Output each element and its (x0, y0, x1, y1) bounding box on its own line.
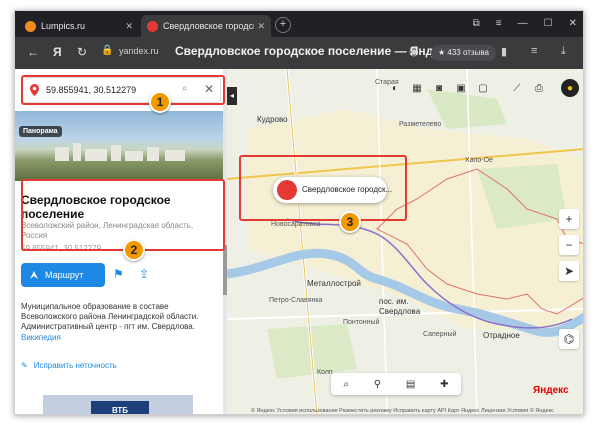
panorama-button[interactable]: Панорама (19, 126, 62, 137)
fix-inaccuracy-label: Исправить неточность (33, 361, 117, 370)
map-label-petro-slavyanka: Петро-Славянка (269, 297, 323, 304)
tab-bar: Lumpics.ru ✕ Свердловское городск ✕ + ⧉ … (15, 11, 583, 37)
ad-logo: ВТБ (91, 401, 149, 414)
user-avatar[interactable]: ● (561, 79, 579, 97)
map-label-pontonny: Понтонный (343, 319, 380, 326)
pharmacy-icon[interactable]: ✚ (440, 379, 448, 390)
new-tab-button[interactable]: + (275, 17, 291, 33)
close-tab-icon[interactable]: ✕ (125, 21, 133, 32)
highlight-map-popup (239, 155, 407, 221)
traffic-icon[interactable]: ▦ (409, 79, 425, 97)
back-arrow-icon[interactable]: ← (27, 45, 39, 59)
address-bar: ← Я ↻ 🔒 yandex.ru Свердловское городское… (15, 37, 583, 69)
map-canvas[interactable]: Старая Кудрово Разметелево Хапо-Ое Новос… (227, 69, 583, 414)
bookmark-icon[interactable]: ⚑ (113, 267, 124, 281)
menu-lines-icon[interactable]: ≡ (531, 45, 537, 57)
print-icon[interactable]: ⎙ (531, 79, 547, 97)
pencil-icon: ✎ (21, 361, 28, 370)
fix-inaccuracy-link[interactable]: ✎ Исправить неточность (21, 361, 117, 370)
food-icon[interactable]: ⚲ (374, 379, 381, 390)
maximize-icon[interactable]: ☐ (544, 18, 553, 29)
map-copyright: © Яндекс Условия использования Разместит… (251, 408, 554, 414)
map-label-pos-sverdlova-1: пос. им. (379, 297, 409, 306)
window-controls: ⧉ ≡ — ☐ ✕ (473, 18, 577, 29)
panorama-photo[interactable] (15, 111, 225, 181)
reviews-badge[interactable]: ★ 433 отзыва (431, 45, 496, 61)
advertisement-banner[interactable]: ВТБ (43, 395, 193, 414)
lock-icon: 🔒 (101, 45, 114, 56)
map-label-novosaratovka: Новосаратовка (271, 221, 321, 228)
zoom-in-button[interactable]: + (559, 209, 579, 229)
layers-mini-icon[interactable]: ⌬ (559, 329, 579, 349)
url-text[interactable]: yandex.ru (119, 46, 159, 56)
route-button-label: Маршрут (45, 270, 84, 280)
map-label-metallostroy: Металлострой (307, 279, 361, 288)
bookmark-icon[interactable]: ▮ (501, 45, 507, 58)
map-label-otradnoe: Отрадное (483, 331, 520, 340)
step-badge-3: 3 (339, 211, 361, 233)
highlight-place-info (21, 179, 225, 251)
shopping-icon[interactable]: ▤ (406, 379, 415, 390)
close-tab-icon[interactable]: ✕ (257, 21, 265, 32)
browser-window: Lumpics.ru ✕ Свердловское городск ✕ + ⧉ … (14, 10, 584, 415)
yandex-home-icon[interactable]: Я (53, 45, 62, 59)
ruler-icon[interactable]: ⟋ (509, 79, 525, 97)
download-icon[interactable]: ⤓ (561, 45, 566, 58)
yandex-logo: Яндекс (533, 385, 569, 396)
zoom-out-button[interactable]: − (559, 235, 579, 255)
step-badge-1: 1 (149, 91, 171, 113)
tab-lumpics[interactable]: Lumpics.ru ✕ (19, 15, 139, 37)
wikipedia-link[interactable]: Википедия (21, 333, 61, 342)
step-badge-2: 2 (123, 239, 145, 261)
route-icon (30, 271, 38, 279)
minimize-icon[interactable]: — (518, 18, 528, 29)
map-bottom-toolbar: ⌕ ⚲ ▤ ✚ (331, 373, 461, 395)
camera-icon[interactable]: ◙ (431, 79, 447, 97)
tab-label: Свердловское городск (163, 21, 255, 31)
collections-icon[interactable]: ⧉ (473, 18, 480, 29)
menu-icon[interactable]: ≡ (496, 18, 502, 29)
collapse-panel-button[interactable]: ◂ (227, 87, 237, 105)
map-label-pos-sverdlova-2: Свердлова (379, 307, 421, 316)
map-label-kudrovo: Кудрово (257, 115, 288, 124)
reload-icon[interactable]: ↻ (77, 45, 87, 59)
location-icon[interactable]: ◉ (409, 45, 419, 58)
highlight-search-box (21, 75, 225, 105)
share-icon[interactable]: ⇪ (139, 267, 149, 281)
yandex-maps-favicon-icon (147, 20, 158, 32)
map-label-razmetelevo: Разметелево (399, 121, 442, 128)
route-button[interactable]: Маршрут (21, 263, 105, 287)
place-description: Муниципальное образование в составе Всев… (21, 302, 199, 331)
lumpics-favicon-icon (25, 20, 36, 32)
search-icon[interactable]: ⌕ (343, 379, 349, 390)
layers-icon[interactable]: ◐ (387, 79, 403, 97)
close-window-icon[interactable]: ✕ (569, 18, 577, 29)
map-label-hapo-oe: Хапо-Ое (465, 157, 493, 164)
bus-icon[interactable]: ▣ (453, 79, 469, 97)
tab-yandex-maps[interactable]: Свердловское городск ✕ (141, 15, 271, 37)
locate-me-icon[interactable]: ➤ (559, 261, 579, 281)
tab-label: Lumpics.ru (41, 21, 86, 31)
panorama-icon[interactable]: ▢ (475, 79, 491, 97)
map-label-saperny: Саперный (423, 331, 457, 338)
